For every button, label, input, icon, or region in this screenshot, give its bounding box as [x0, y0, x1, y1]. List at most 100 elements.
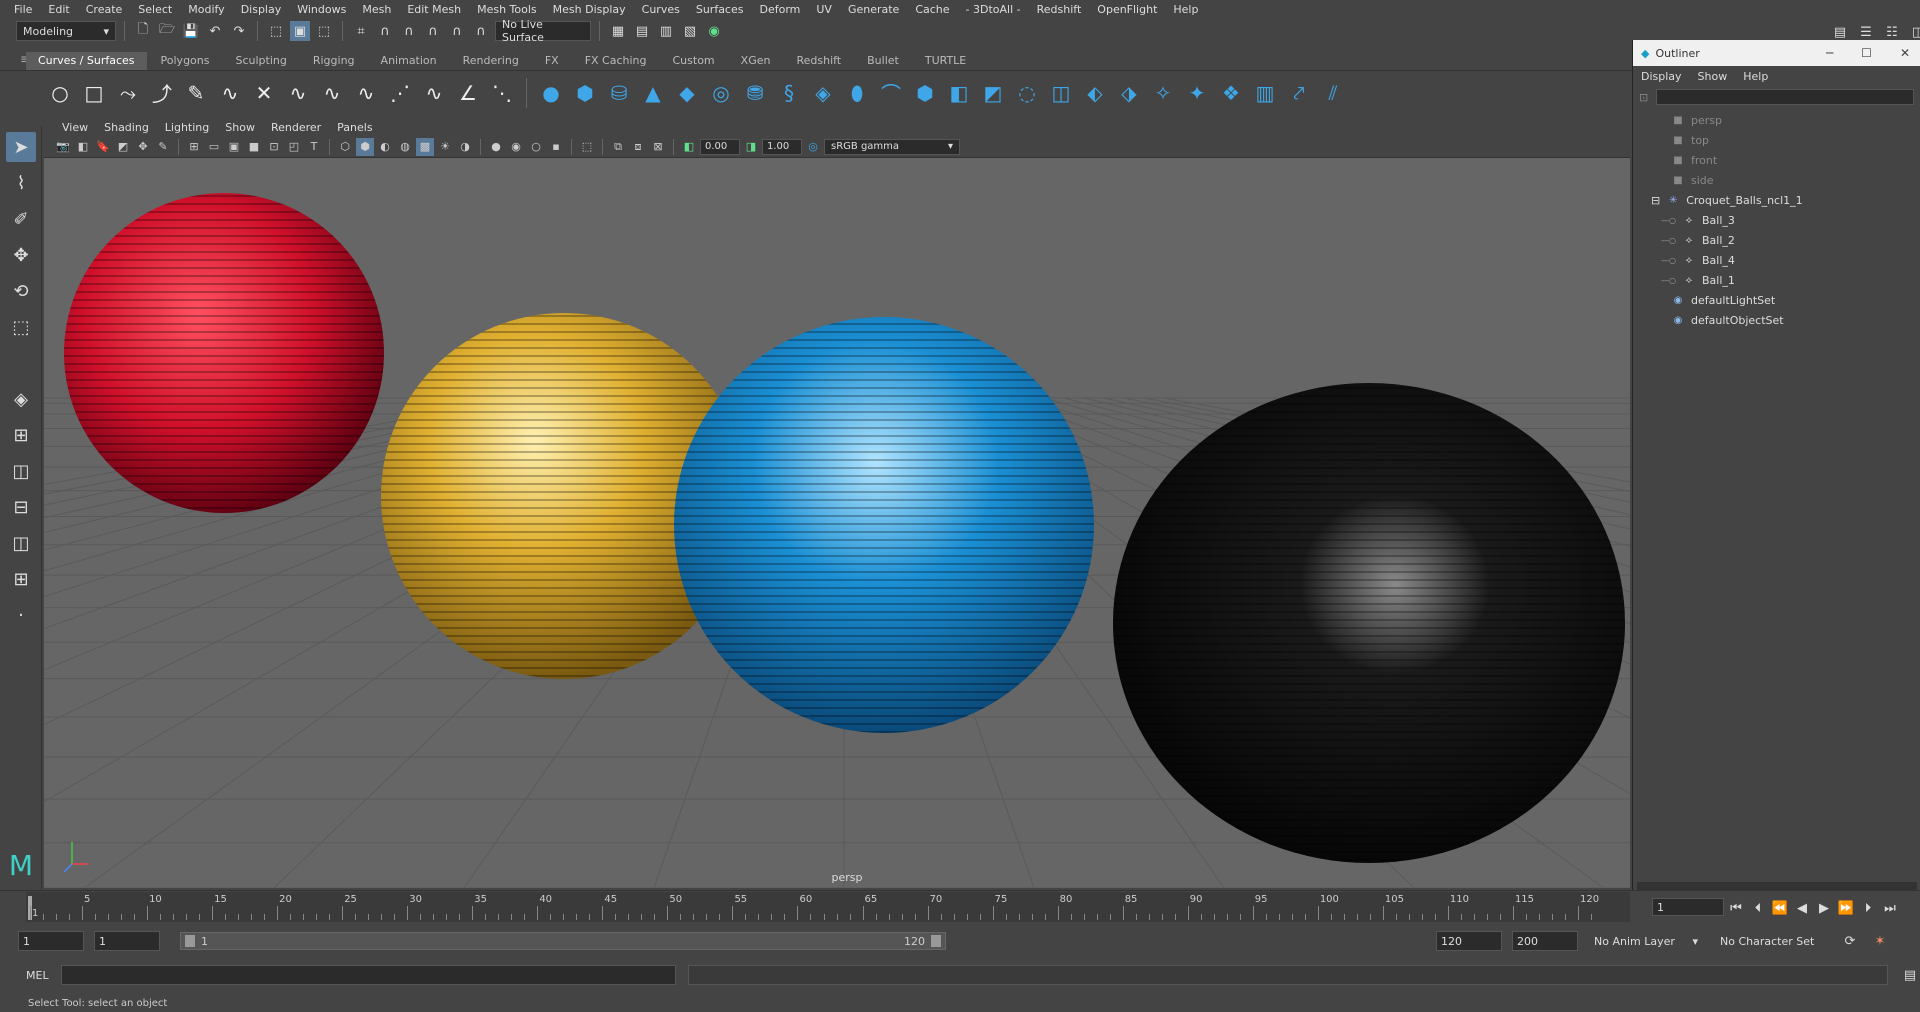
nurbs-cone-icon[interactable]: ▲ [639, 79, 667, 107]
redo-icon[interactable]: ↷ [229, 21, 249, 41]
nurbs-sphere-icon[interactable]: ● [537, 79, 565, 107]
safe-action-icon[interactable]: ◰ [285, 138, 303, 156]
end-time-field[interactable]: 200 [1512, 931, 1578, 951]
maximize-icon[interactable]: ☐ [1861, 46, 1872, 60]
menu-item[interactable]: - 3DtoAll - [958, 3, 1029, 16]
attribute-editor-icon[interactable]: ☷ [1882, 22, 1902, 42]
preferences-icon[interactable]: ✶ [1870, 931, 1890, 951]
panel-menu-item[interactable]: Panels [329, 121, 380, 134]
outliner-item[interactable]: —○ ⟡ Ball_4 [1633, 250, 1920, 270]
command-input[interactable] [60, 965, 677, 985]
view-transform-select[interactable]: sRGB gamma ▾ [824, 138, 960, 155]
menu-item[interactable]: Modify [180, 3, 232, 16]
ep-curve-icon[interactable]: ⤴ [148, 79, 176, 107]
shelf-tab[interactable]: TURTLE [913, 52, 978, 70]
live-surface-field[interactable]: No Live Surface [495, 18, 591, 44]
snap-view-icon[interactable]: ∩ [423, 21, 443, 41]
ipr-render-icon[interactable]: ▥ [656, 21, 676, 41]
gamma-field[interactable]: 1.00 [762, 138, 802, 155]
outliner-layout-icon[interactable]: ◫ [6, 528, 36, 558]
step-back-key-icon[interactable]: ⏪ [1770, 898, 1790, 918]
smooth-shade-icon[interactable]: ⬢ [356, 137, 374, 156]
menu-item[interactable]: Help [1165, 3, 1206, 16]
outliner-menu-item[interactable]: Display [1641, 70, 1682, 83]
menu-item[interactable]: Edit [40, 3, 77, 16]
snap-curve-icon[interactable]: ∩ [375, 21, 395, 41]
bezier-curve-icon[interactable]: ∿ [216, 79, 244, 107]
shelf-tab[interactable]: Curves / Surfaces [26, 52, 147, 70]
camera-attributes-icon[interactable]: ◧ [74, 138, 92, 156]
rebuild-curve-icon[interactable]: ∿ [420, 79, 448, 107]
menu-item[interactable]: Mesh Tools [469, 3, 545, 16]
menu-item[interactable]: OpenFlight [1089, 3, 1165, 16]
outliner-item[interactable]: ⊟ ✳ Croquet_Balls_ncl1_1 [1633, 190, 1920, 210]
panel-menu-item[interactable]: Show [217, 121, 263, 134]
outliner-menu-item[interactable]: Show [1698, 70, 1728, 83]
magnet-icon[interactable]: ∩ [471, 21, 491, 41]
project-curve-icon[interactable]: ◌ [1013, 79, 1041, 107]
ball-black[interactable] [1113, 383, 1625, 863]
mode-selector[interactable]: Modeling ▾ [16, 21, 116, 41]
ball-blue[interactable] [674, 317, 1094, 733]
field-chart-icon[interactable]: ⊡ [265, 138, 283, 156]
depth-of-field-icon[interactable]: ▪ [547, 138, 565, 156]
hypershade-icon[interactable]: ◉ [704, 21, 724, 41]
extend-curve-icon[interactable]: ∿ [352, 79, 380, 107]
range-end-handle[interactable]: 120 [904, 935, 941, 948]
viewport-persp[interactable]: persp [44, 158, 1630, 888]
menu-item[interactable]: Select [130, 3, 180, 16]
save-scene-icon[interactable]: 💾 [181, 21, 201, 41]
render-settings-icon[interactable]: ▦ [608, 21, 628, 41]
select-hierarchy-icon[interactable]: ⬚ [266, 21, 286, 41]
anim-layer-select[interactable]: No Anim Layer ▾ [1588, 931, 1704, 951]
camera-select-icon[interactable]: 📷 [54, 138, 72, 156]
outliner-item[interactable]: ■ persp [1633, 110, 1920, 130]
xray-joints-icon[interactable]: ⊠ [649, 138, 667, 156]
render-view-icon[interactable]: ▧ [680, 21, 700, 41]
new-scene-icon[interactable]: 🗋 [133, 21, 153, 41]
insert-knot-icon[interactable]: ∿ [318, 79, 346, 107]
play-backwards-icon[interactable]: ◀ [1792, 898, 1812, 918]
grid-toggle-icon[interactable]: ⊞ [185, 138, 203, 156]
untrim-icon[interactable]: ⬖ [1081, 79, 1109, 107]
menu-item[interactable]: UV [808, 3, 840, 16]
range-start-handle[interactable]: 1 [185, 935, 208, 948]
collapse-icon[interactable]: ⊟ [1651, 194, 1660, 207]
isolate-select-icon[interactable]: ⬚ [578, 138, 596, 156]
select-object-icon[interactable]: ▣ [290, 21, 310, 41]
xray-icon[interactable]: ⧉ [609, 138, 627, 156]
single-pane-icon[interactable]: ◈ [6, 384, 36, 414]
detach-surfaces-icon[interactable]: ✦ [1183, 79, 1211, 107]
filter-icon[interactable]: ⊡ [1639, 91, 1648, 104]
pencil-curve-icon[interactable]: ✎ [182, 79, 210, 107]
shelf-tab[interactable]: Rigging [301, 52, 367, 70]
character-set-select[interactable]: No Character Set [1714, 931, 1830, 951]
gate-mask-icon[interactable]: ■ [245, 138, 263, 156]
range-slider[interactable]: 1 120 [180, 932, 946, 950]
more-layouts-icon[interactable]: · [6, 600, 36, 630]
snap-grid-icon[interactable]: ⌗ [351, 21, 371, 41]
outliner-item[interactable]: ■ top [1633, 130, 1920, 150]
outliner-menu-item[interactable]: Help [1743, 70, 1768, 83]
shelf-tab[interactable]: FX Caching [573, 52, 659, 70]
menu-item[interactable]: Cache [907, 3, 957, 16]
outliner-item[interactable]: —○ ⟡ Ball_3 [1633, 210, 1920, 230]
outliner-item[interactable]: ◉ defaultLightSet [1633, 290, 1920, 310]
panel-menu-item[interactable]: View [54, 121, 96, 134]
default-lighting-icon[interactable]: ◐ [376, 138, 394, 156]
menu-item[interactable]: Create [78, 3, 131, 16]
trim-icon[interactable]: ◫ [1047, 79, 1075, 107]
four-pane-icon[interactable]: ⊞ [6, 420, 36, 450]
intersect-icon[interactable]: ⬗ [1115, 79, 1143, 107]
outliner-item[interactable]: —○ ⟡ Ball_2 [1633, 230, 1920, 250]
viewport-scene[interactable]: persp [44, 158, 1630, 888]
menu-item[interactable]: File [6, 3, 40, 16]
outliner-item[interactable]: —○ ⟡ Ball_1 [1633, 270, 1920, 290]
loft-icon[interactable]: § [775, 79, 803, 107]
menu-item[interactable]: Windows [289, 3, 354, 16]
undo-icon[interactable]: ↶ [205, 21, 225, 41]
paint-select-icon[interactable]: ✐ [6, 204, 36, 234]
image-plane-icon[interactable]: ◩ [114, 138, 132, 156]
sculpt-geometry-icon[interactable]: ⫽ [1319, 79, 1347, 107]
tool-settings-icon[interactable]: ◫ [1908, 22, 1920, 42]
